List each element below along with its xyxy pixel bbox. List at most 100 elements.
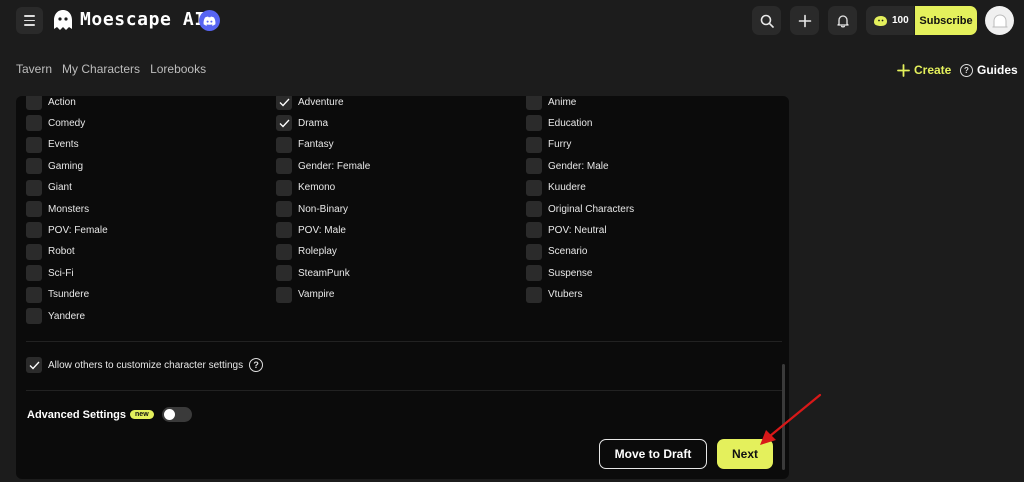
nav-link-tavern[interactable]: Tavern	[16, 62, 52, 76]
tag-checkbox[interactable]	[526, 115, 542, 132]
tag-checkbox[interactable]	[276, 222, 292, 239]
tag-label: Education	[548, 117, 593, 129]
tag-checkbox[interactable]	[26, 201, 42, 217]
tag-label: POV: Female	[48, 224, 108, 236]
advanced-settings-toggle[interactable]	[161, 407, 192, 422]
tag-option[interactable]: Gaming	[26, 157, 83, 175]
new-badge: new	[130, 410, 154, 419]
tag-label: Events	[48, 139, 79, 151]
tag-option[interactable]: Non-Binary	[276, 200, 348, 218]
tag-checkbox[interactable]	[276, 243, 292, 260]
tag-checkbox[interactable]	[276, 201, 292, 217]
search-icon	[760, 14, 774, 28]
tag-option[interactable]: Events	[26, 136, 79, 154]
tag-label: Adventure	[298, 96, 344, 108]
credits-counter[interactable]: 100	[866, 6, 914, 35]
discord-link[interactable]	[199, 10, 220, 31]
tag-option[interactable]: SteamPunk	[276, 264, 350, 282]
allow-customize-checkbox[interactable]	[26, 357, 42, 373]
tag-checkbox[interactable]	[276, 115, 292, 132]
tag-checkbox[interactable]	[26, 243, 42, 260]
tag-label: Kemono	[298, 182, 336, 194]
tag-checkbox[interactable]	[26, 222, 42, 239]
tag-checkbox[interactable]	[276, 265, 292, 282]
create-button[interactable]: Create	[897, 63, 951, 77]
tag-option[interactable]: Adventure	[276, 96, 344, 111]
tag-checkbox[interactable]	[26, 179, 42, 196]
tag-option[interactable]: Sci-Fi	[26, 264, 74, 282]
tag-label: Comedy	[48, 117, 86, 129]
tag-label: Giant	[48, 182, 72, 194]
tag-checkbox[interactable]	[26, 158, 42, 175]
guides-button[interactable]: ? Guides	[960, 63, 1018, 77]
tag-option[interactable]: Furry	[526, 136, 571, 154]
tag-checkbox[interactable]	[26, 286, 42, 303]
tag-option[interactable]: Original Characters	[526, 200, 634, 218]
tag-option[interactable]: Tsundere	[26, 286, 89, 304]
tag-option[interactable]: Monsters	[26, 200, 89, 218]
tag-checkbox[interactable]	[276, 179, 292, 196]
help-circle-icon[interactable]: ?	[249, 358, 264, 372]
move-to-draft-button[interactable]: Move to Draft	[599, 439, 707, 469]
tag-checkbox[interactable]	[276, 136, 292, 153]
tag-option[interactable]: POV: Neutral	[526, 221, 607, 239]
tag-option[interactable]: Scenario	[526, 243, 587, 261]
tag-option[interactable]: Vtubers	[526, 286, 582, 304]
tag-checkbox[interactable]	[526, 158, 542, 175]
tag-label: Vtubers	[548, 289, 583, 301]
tag-checkbox[interactable]	[276, 96, 292, 110]
brand-name[interactable]: Moescape AI	[80, 9, 206, 30]
tag-option[interactable]: Giant	[26, 179, 72, 197]
ghost-logo-icon[interactable]	[52, 9, 74, 32]
credits-value: 100	[892, 15, 909, 26]
tag-checkbox[interactable]	[26, 265, 42, 282]
tag-option[interactable]: Fantasy	[276, 136, 334, 154]
tag-label: Gender: Female	[298, 160, 371, 172]
tag-checkbox[interactable]	[276, 286, 292, 303]
tag-option[interactable]: Robot	[26, 243, 75, 261]
tag-checkbox[interactable]	[276, 158, 292, 175]
add-button[interactable]	[790, 6, 819, 35]
tag-option[interactable]: POV: Female	[26, 221, 108, 239]
tag-option[interactable]: Kemono	[276, 179, 335, 197]
tag-checkbox[interactable]	[526, 243, 542, 260]
nav-link-my-characters[interactable]: My Characters	[62, 62, 140, 76]
hamburger-menu-button[interactable]	[16, 7, 43, 34]
tag-option[interactable]: Gender: Male	[526, 157, 609, 175]
next-button[interactable]: Next	[717, 439, 773, 469]
tag-checkbox[interactable]	[526, 265, 542, 282]
tag-label: Suspense	[548, 267, 593, 279]
tag-option[interactable]: Roleplay	[276, 243, 337, 261]
tag-option[interactable]: Drama	[276, 114, 328, 132]
tag-checkbox[interactable]	[26, 96, 42, 110]
search-button[interactable]	[752, 6, 781, 35]
tag-option[interactable]: Comedy	[26, 114, 85, 132]
tag-option[interactable]: Action	[26, 96, 76, 111]
tag-checkbox[interactable]	[26, 115, 42, 132]
notifications-button[interactable]	[828, 6, 857, 35]
tag-option[interactable]: Gender: Female	[276, 157, 370, 175]
tag-checkbox[interactable]	[526, 136, 542, 153]
allow-customize-row[interactable]: Allow others to customize character sett…	[26, 357, 264, 373]
tag-option[interactable]: POV: Male	[276, 221, 346, 239]
avatar[interactable]	[985, 6, 1014, 35]
tag-checkbox[interactable]	[526, 179, 542, 196]
tag-option[interactable]: Vampire	[276, 286, 335, 304]
toggle-knob	[163, 409, 175, 420]
tag-checkbox[interactable]	[526, 201, 542, 217]
tag-checkbox[interactable]	[26, 136, 42, 153]
tag-option[interactable]: Kuudere	[526, 179, 586, 197]
tag-option[interactable]: Yandere	[26, 307, 85, 325]
tag-option[interactable]: Education	[526, 114, 592, 132]
tag-checkbox[interactable]	[526, 96, 542, 110]
avatar-icon	[992, 13, 1007, 27]
tag-checkbox[interactable]	[26, 308, 42, 324]
scrollbar[interactable]	[782, 364, 785, 470]
tag-checkbox[interactable]	[526, 222, 542, 239]
nav-link-lorebooks[interactable]: Lorebooks	[150, 62, 206, 76]
tag-checkbox[interactable]	[526, 286, 542, 303]
tag-option[interactable]: Suspense	[526, 264, 592, 282]
tag-option[interactable]: Anime	[526, 96, 576, 111]
subscribe-button[interactable]: Subscribe	[915, 6, 977, 35]
allow-customize-label: Allow others to customize character sett…	[48, 359, 244, 371]
